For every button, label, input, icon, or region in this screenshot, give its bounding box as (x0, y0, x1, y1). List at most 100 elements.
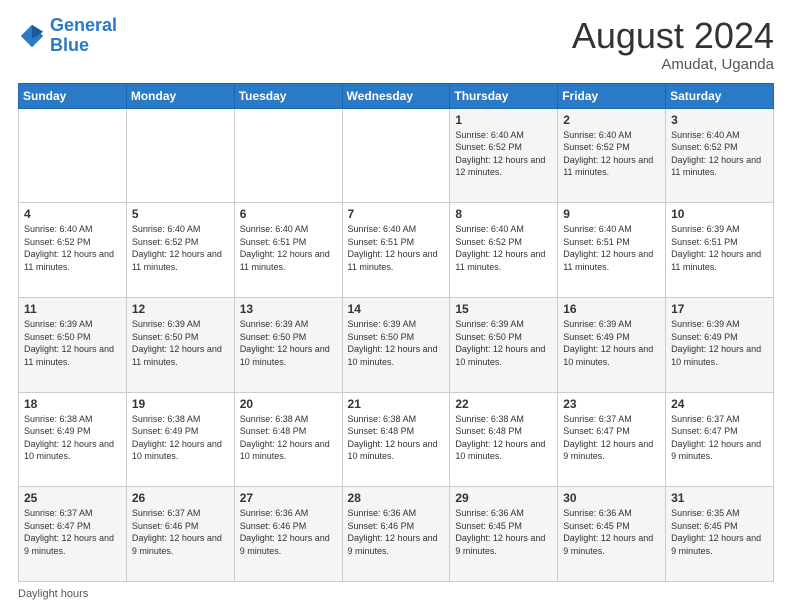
day-info: Sunrise: 6:39 AMSunset: 6:50 PMDaylight:… (132, 318, 229, 368)
logo-blue: Blue (50, 35, 89, 55)
weekday-header-thursday: Thursday (450, 83, 558, 108)
week-row-5: 25Sunrise: 6:37 AMSunset: 6:47 PMDayligh… (19, 487, 774, 582)
calendar-cell-4-7: 24 Sunrise: 6:37 AMSunset: 6:47 PMDayligh… (666, 392, 774, 487)
logo-text: General Blue (50, 16, 117, 56)
day-info: Sunrise: 6:36 AMSunset: 6:46 PMDaylight:… (348, 507, 445, 557)
day-info: Sunrise: 6:40 AMSunset: 6:51 PMDaylight:… (348, 223, 445, 273)
day-number: 20 (240, 397, 337, 411)
day-number: 27 (240, 491, 337, 505)
day-number: 21 (348, 397, 445, 411)
calendar-cell-4-6: 23 Sunrise: 6:37 AMSunset: 6:47 PMDayligh… (558, 392, 666, 487)
day-number: 28 (348, 491, 445, 505)
day-info: Sunrise: 6:40 AMSunset: 6:51 PMDaylight:… (240, 223, 337, 273)
day-number: 7 (348, 207, 445, 221)
logo: General Blue (18, 16, 117, 56)
day-number: 1 (455, 113, 552, 127)
calendar-cell-3-4: 14Sunrise: 6:39 AMSunset: 6:50 PMDayligh… (342, 297, 450, 392)
page: General Blue August 2024 Amudat, Uganda … (0, 0, 792, 612)
week-row-2: 4 Sunrise: 6:40 AMSunset: 6:52 PMDaylight… (19, 203, 774, 298)
calendar-cell-4-5: 22 Sunrise: 6:38 AMSunset: 6:48 PMDayligh… (450, 392, 558, 487)
calendar-cell-2-2: 5Sunrise: 6:40 AMSunset: 6:52 PMDaylight… (126, 203, 234, 298)
day-info: Sunrise: 6:40 AMSunset: 6:52 PMDaylight:… (132, 223, 229, 273)
calendar-cell-5-5: 29 Sunrise: 6:36 AMSunset: 6:45 PMDayligh… (450, 487, 558, 582)
header: General Blue August 2024 Amudat, Uganda (18, 16, 774, 73)
day-info: Sunrise: 6:38 AMSunset: 6:48 PMDaylight:… (348, 413, 445, 463)
calendar-cell-3-5: 15Sunrise: 6:39 AMSunset: 6:50 PMDayligh… (450, 297, 558, 392)
day-info: Sunrise: 6:36 AMSunset: 6:45 PMDaylight:… (455, 507, 552, 557)
day-info: Sunrise: 6:38 AMSunset: 6:48 PMDaylight:… (240, 413, 337, 463)
calendar-cell-3-1: 11Sunrise: 6:39 AMSunset: 6:50 PMDayligh… (19, 297, 127, 392)
day-info: Sunrise: 6:37 AMSunset: 6:47 PMDaylight:… (563, 413, 660, 463)
day-info: Sunrise: 6:37 AMSunset: 6:47 PMDaylight:… (671, 413, 768, 463)
day-info: Sunrise: 6:38 AMSunset: 6:48 PMDaylight:… (455, 413, 552, 463)
day-info: Sunrise: 6:39 AMSunset: 6:50 PMDaylight:… (240, 318, 337, 368)
day-number: 22 (455, 397, 552, 411)
calendar-cell-4-3: 20 Sunrise: 6:38 AMSunset: 6:48 PMDayligh… (234, 392, 342, 487)
day-info: Sunrise: 6:40 AMSunset: 6:52 PMDaylight:… (455, 223, 552, 273)
day-info: Sunrise: 6:39 AMSunset: 6:50 PMDaylight:… (455, 318, 552, 368)
calendar-cell-2-1: 4 Sunrise: 6:40 AMSunset: 6:52 PMDaylight… (19, 203, 127, 298)
day-number: 2 (563, 113, 660, 127)
calendar-cell-4-1: 18 Sunrise: 6:38 AMSunset: 6:49 PMDayligh… (19, 392, 127, 487)
logo-general: General (50, 15, 117, 35)
weekday-header-wednesday: Wednesday (342, 83, 450, 108)
day-info: Sunrise: 6:40 AMSunset: 6:52 PMDaylight:… (24, 223, 121, 273)
calendar-cell-1-3 (234, 108, 342, 203)
day-info: Sunrise: 6:36 AMSunset: 6:46 PMDaylight:… (240, 507, 337, 557)
calendar-cell-5-2: 26Sunrise: 6:37 AMSunset: 6:46 PMDayligh… (126, 487, 234, 582)
day-number: 25 (24, 491, 121, 505)
day-info: Sunrise: 6:39 AMSunset: 6:49 PMDaylight:… (671, 318, 768, 368)
weekday-header-row: SundayMondayTuesdayWednesdayThursdayFrid… (19, 83, 774, 108)
calendar-cell-5-6: 30Sunrise: 6:36 AMSunset: 6:45 PMDayligh… (558, 487, 666, 582)
day-number: 31 (671, 491, 768, 505)
calendar-cell-3-6: 16Sunrise: 6:39 AMSunset: 6:49 PMDayligh… (558, 297, 666, 392)
calendar-cell-1-4 (342, 108, 450, 203)
location: Amudat, Uganda (572, 56, 774, 73)
day-number: 14 (348, 302, 445, 316)
calendar-cell-1-7: 3 Sunrise: 6:40 AMSunset: 6:52 PMDaylight… (666, 108, 774, 203)
title-block: August 2024 Amudat, Uganda (572, 16, 774, 73)
calendar-cell-2-4: 7 Sunrise: 6:40 AMSunset: 6:51 PMDaylight… (342, 203, 450, 298)
day-info: Sunrise: 6:38 AMSunset: 6:49 PMDaylight:… (24, 413, 121, 463)
weekday-header-friday: Friday (558, 83, 666, 108)
calendar-cell-2-6: 9 Sunrise: 6:40 AMSunset: 6:51 PMDaylight… (558, 203, 666, 298)
weekday-header-sunday: Sunday (19, 83, 127, 108)
week-row-3: 11Sunrise: 6:39 AMSunset: 6:50 PMDayligh… (19, 297, 774, 392)
day-number: 24 (671, 397, 768, 411)
day-number: 9 (563, 207, 660, 221)
day-info: Sunrise: 6:39 AMSunset: 6:51 PMDaylight:… (671, 223, 768, 273)
day-number: 3 (671, 113, 768, 127)
day-info: Sunrise: 6:40 AMSunset: 6:52 PMDaylight:… (563, 129, 660, 179)
calendar-table: SundayMondayTuesdayWednesdayThursdayFrid… (18, 83, 774, 582)
calendar-cell-5-1: 25Sunrise: 6:37 AMSunset: 6:47 PMDayligh… (19, 487, 127, 582)
day-number: 29 (455, 491, 552, 505)
day-number: 19 (132, 397, 229, 411)
calendar-cell-4-4: 21 Sunrise: 6:38 AMSunset: 6:48 PMDayligh… (342, 392, 450, 487)
day-info: Sunrise: 6:39 AMSunset: 6:50 PMDaylight:… (24, 318, 121, 368)
day-info: Sunrise: 6:40 AMSunset: 6:51 PMDaylight:… (563, 223, 660, 273)
calendar-cell-3-2: 12 Sunrise: 6:39 AMSunset: 6:50 PMDayligh… (126, 297, 234, 392)
day-number: 12 (132, 302, 229, 316)
day-info: Sunrise: 6:39 AMSunset: 6:49 PMDaylight:… (563, 318, 660, 368)
week-row-1: 1 Sunrise: 6:40 AMSunset: 6:52 PMDaylight… (19, 108, 774, 203)
logo-icon (18, 22, 46, 50)
day-number: 18 (24, 397, 121, 411)
day-number: 17 (671, 302, 768, 316)
month-title: August 2024 (572, 16, 774, 56)
calendar-cell-1-6: 2 Sunrise: 6:40 AMSunset: 6:52 PMDaylight… (558, 108, 666, 203)
calendar-cell-5-4: 28 Sunrise: 6:36 AMSunset: 6:46 PMDayligh… (342, 487, 450, 582)
day-number: 4 (24, 207, 121, 221)
day-info: Sunrise: 6:36 AMSunset: 6:45 PMDaylight:… (563, 507, 660, 557)
calendar-cell-5-7: 31Sunrise: 6:35 AMSunset: 6:45 PMDayligh… (666, 487, 774, 582)
day-number: 23 (563, 397, 660, 411)
day-number: 8 (455, 207, 552, 221)
footer: Daylight hours (18, 588, 774, 600)
calendar-cell-1-1 (19, 108, 127, 203)
day-number: 26 (132, 491, 229, 505)
calendar-cell-3-3: 13Sunrise: 6:39 AMSunset: 6:50 PMDayligh… (234, 297, 342, 392)
calendar-cell-4-2: 19Sunrise: 6:38 AMSunset: 6:49 PMDayligh… (126, 392, 234, 487)
calendar-cell-1-2 (126, 108, 234, 203)
day-info: Sunrise: 6:40 AMSunset: 6:52 PMDaylight:… (671, 129, 768, 179)
calendar-cell-5-3: 27 Sunrise: 6:36 AMSunset: 6:46 PMDayligh… (234, 487, 342, 582)
day-number: 6 (240, 207, 337, 221)
